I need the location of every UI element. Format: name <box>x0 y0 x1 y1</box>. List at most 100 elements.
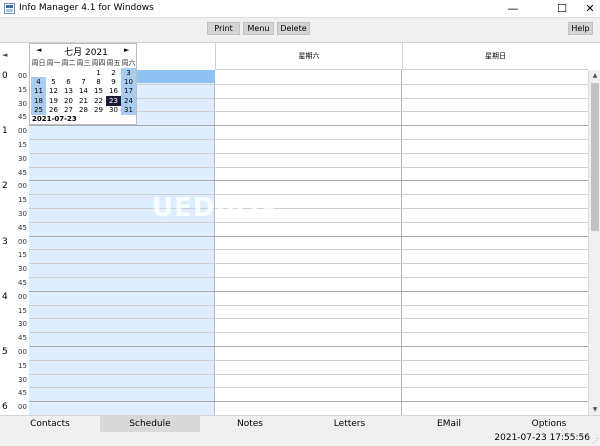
time-slot-line <box>29 152 588 154</box>
minute-label: 00 <box>18 72 27 80</box>
weekday-header: 周日 <box>31 59 46 67</box>
time-slot-line <box>29 235 588 237</box>
time-slot-line <box>29 139 588 140</box>
time-slot-line <box>29 373 588 375</box>
calendar-day[interactable]: 25 <box>31 104 46 115</box>
minute-label: 15 <box>18 85 27 94</box>
minute-label: 00 <box>18 292 27 301</box>
scroll-down-icon[interactable]: ▼ <box>589 404 600 415</box>
previous-month-icon[interactable]: ◄ <box>36 46 41 54</box>
time-slot-line <box>29 346 588 347</box>
tab-notes[interactable]: Notes <box>200 416 300 433</box>
calendar-day[interactable]: 26 <box>46 105 61 115</box>
minute-label: 15 <box>18 361 27 370</box>
time-slot-line <box>29 221 588 223</box>
maximize-button[interactable]: ☐ <box>548 0 576 18</box>
time-slot-line <box>29 359 588 361</box>
watermark: UEDBOX <box>152 193 280 223</box>
column-header-sunday[interactable]: 星期日 <box>402 43 588 70</box>
scrollbar-thumb[interactable] <box>591 83 599 231</box>
time-slot-line <box>29 125 588 127</box>
minute-label: 30 <box>18 154 27 163</box>
calendar-day[interactable]: 30 <box>106 105 121 115</box>
minute-label: 45 <box>18 168 27 177</box>
minimize-button[interactable]: — <box>499 0 527 18</box>
time-gutter: 0 00 15 30 45 1 00 15 30 45 2 00 15 30 45 3 00 15 30 45 4 00 1… <box>0 70 29 415</box>
hour-label: 2 <box>2 181 8 192</box>
day-column-saturday[interactable] <box>215 70 402 415</box>
hour-label: 1 <box>2 126 8 137</box>
tab-letters[interactable]: Letters <box>300 416 399 433</box>
time-slot-line <box>29 263 588 265</box>
minute-label: 45 <box>18 334 27 343</box>
minute-label: 15 <box>18 251 27 260</box>
app-window: Info Manager 4.1 for Windows — ☐ ✕ Print… <box>0 0 600 446</box>
minute-label: 00 <box>18 348 27 356</box>
help-button[interactable]: Help <box>568 22 593 35</box>
weekday-header: 周一 <box>46 59 61 67</box>
hour-label: 4 <box>2 291 8 302</box>
weekday-header: 周三 <box>76 59 91 67</box>
weekday-header: 周二 <box>61 59 76 67</box>
weekday-header: 周六 <box>121 59 136 67</box>
mini-calendar-title: 七月 2021 <box>64 48 108 58</box>
minute-label: 45 <box>18 279 27 287</box>
selected-time-slot[interactable] <box>137 70 215 83</box>
minute-label: 30 <box>18 320 27 329</box>
time-slot-line <box>29 194 588 196</box>
tab-options[interactable]: Options <box>499 416 599 433</box>
hour-label: 6 <box>2 402 8 413</box>
calendar-day[interactable]: 31 <box>121 104 136 115</box>
app-icon <box>4 3 15 14</box>
title-bar: Info Manager 4.1 for Windows — ☐ ✕ <box>0 0 600 18</box>
next-month-icon[interactable]: ► <box>124 46 129 54</box>
window-title: Info Manager 4.1 for Windows <box>19 3 154 13</box>
calendar-day[interactable]: 28 <box>76 105 91 115</box>
selected-date-label: 2021-07-23 <box>32 115 77 123</box>
minute-label: 45 <box>18 113 27 122</box>
column-header-saturday[interactable]: 星期六 <box>215 43 402 70</box>
minute-label: 00 <box>18 127 27 136</box>
time-slot-line <box>29 401 588 403</box>
menu-button[interactable]: Menu <box>243 22 274 35</box>
hour-label: 5 <box>2 347 8 357</box>
calendar-day[interactable]: 27 <box>61 105 76 115</box>
weekday-header: 周五 <box>106 59 121 67</box>
minute-label: 30 <box>18 265 27 274</box>
weekday-header: 周四 <box>91 59 106 67</box>
minute-label: 15 <box>18 306 27 315</box>
minute-label: 45 <box>18 389 27 398</box>
status-bar: 2021-07-23 17:55:56 ⋰ <box>0 432 600 446</box>
time-slot-line <box>29 387 588 389</box>
time-slot-line <box>29 249 588 251</box>
time-slot-line <box>29 318 588 320</box>
minute-label: 30 <box>18 375 27 384</box>
mini-calendar: ◄ 七月 2021 ► 周日 周一 周二 周三 周四 周五 周六 1 2 3 4 5 6 7 8 9 10 11 1… <box>29 43 137 125</box>
toolbar: Print Menu Delete Help <box>0 18 600 40</box>
previous-day-icon[interactable]: ◄ <box>2 51 7 59</box>
minute-label: 00 <box>18 403 27 412</box>
resize-grip-icon[interactable]: ⋰ <box>592 437 599 445</box>
hour-label: 0 <box>2 71 8 81</box>
tab-schedule[interactable]: Schedule <box>100 416 200 433</box>
time-slot-line <box>29 180 588 182</box>
tab-contacts[interactable]: Contacts <box>0 416 100 433</box>
minute-label: 45 <box>18 223 27 232</box>
time-slot-line <box>29 277 588 278</box>
time-slot-line <box>29 208 588 209</box>
scroll-up-icon[interactable]: ▲ <box>589 70 600 82</box>
time-slot-line <box>29 290 588 292</box>
close-button[interactable]: ✕ <box>576 0 600 18</box>
minute-label: 15 <box>18 141 27 149</box>
calendar-day[interactable]: 29 <box>91 105 106 115</box>
bottom-tabs: Contacts Schedule Notes Letters EMail Op… <box>0 415 600 433</box>
delete-button[interactable]: Delete <box>277 22 310 35</box>
minute-label: 00 <box>18 237 27 246</box>
tab-email[interactable]: EMail <box>399 416 499 433</box>
vertical-scrollbar[interactable]: ▲ ▼ <box>588 70 600 415</box>
print-button[interactable]: Print <box>207 22 240 35</box>
day-column-sunday[interactable] <box>402 70 588 415</box>
time-slot-line <box>29 304 588 306</box>
minute-label: 15 <box>18 196 27 205</box>
hour-label: 3 <box>2 236 8 247</box>
